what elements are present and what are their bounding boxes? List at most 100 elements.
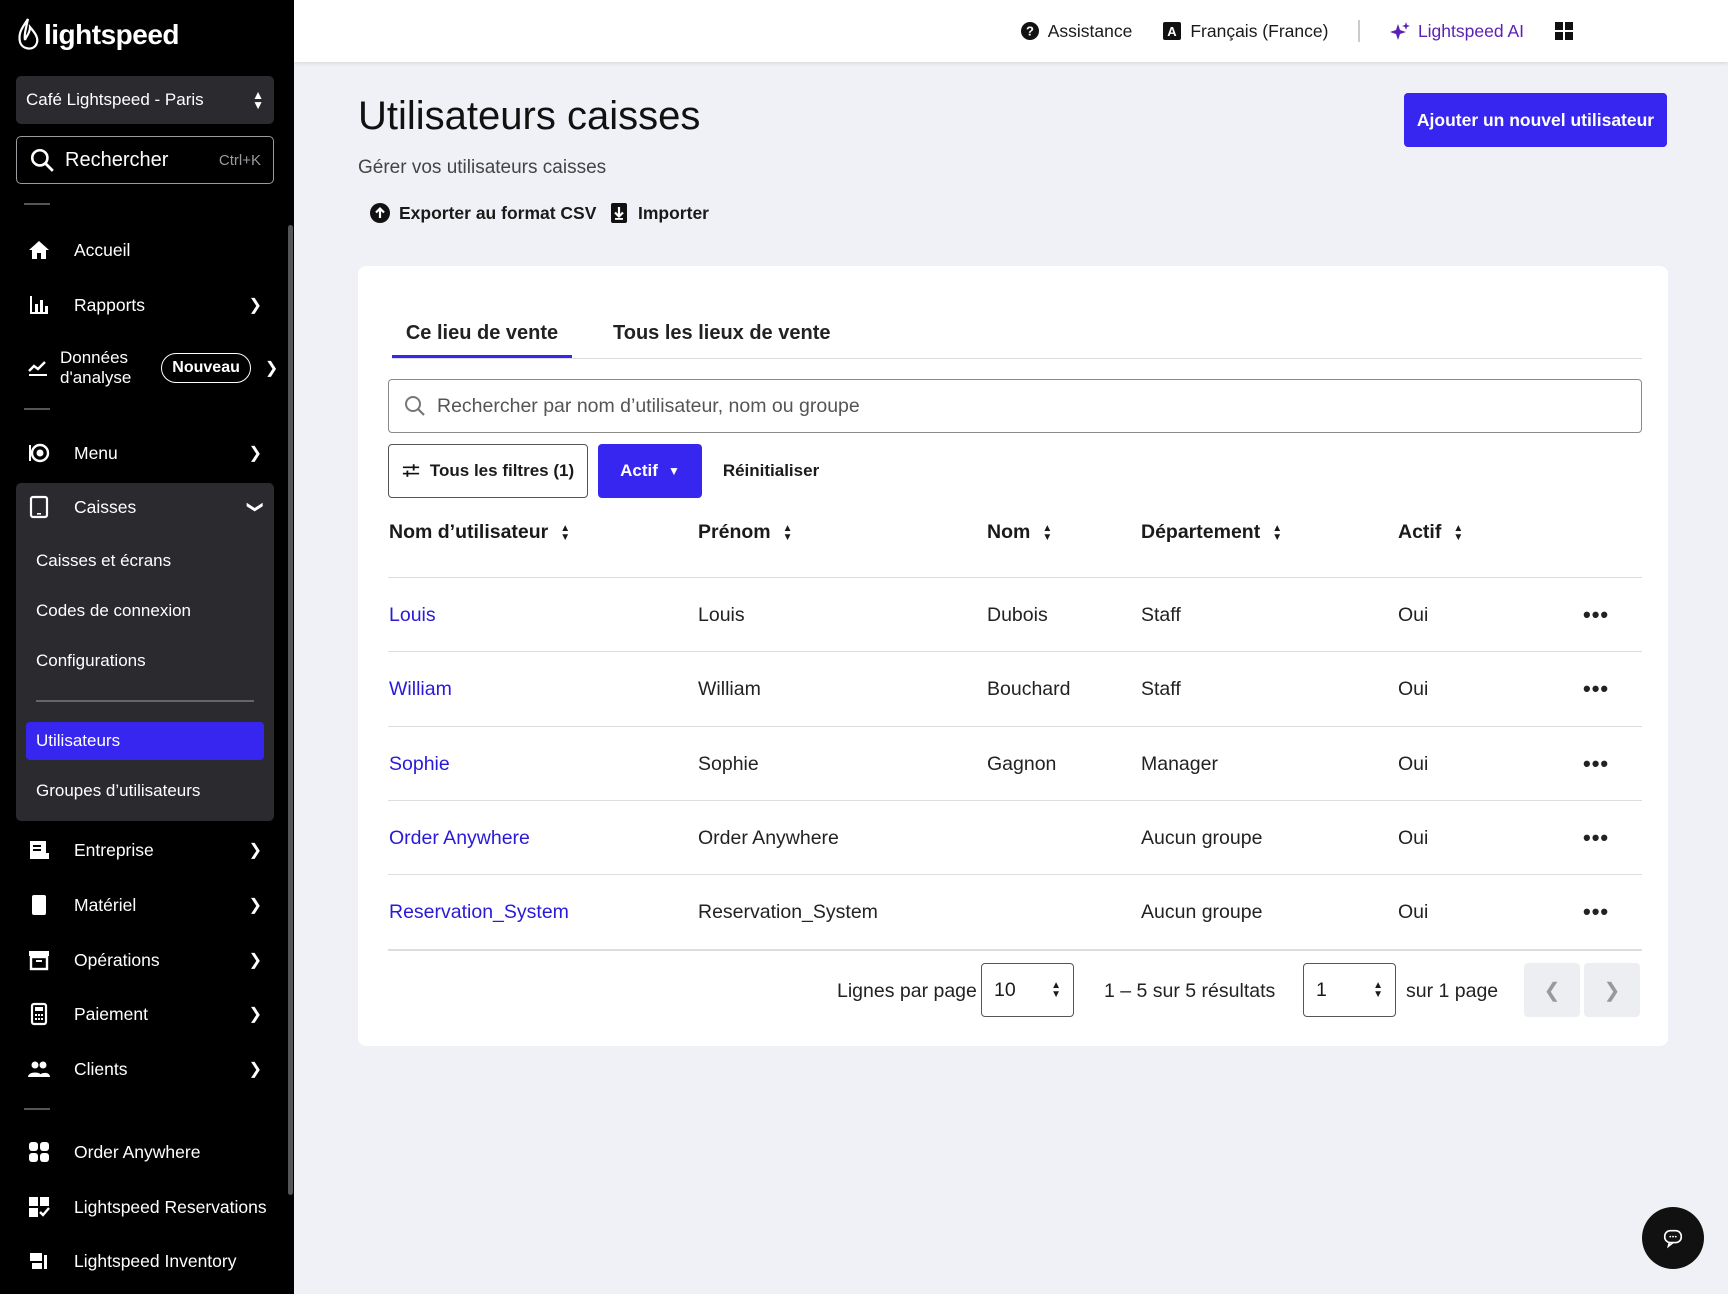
sidebar-item-operations[interactable]: Opérations ❯ [16, 937, 274, 983]
divider [24, 1108, 50, 1110]
sidebar-item-menu[interactable]: Menu ❯ [16, 430, 274, 476]
export-label: Exporter au format CSV [399, 202, 597, 223]
sliders-icon [402, 464, 419, 477]
tab-this-location[interactable]: Ce lieu de vente [392, 306, 572, 358]
sidebar-item-label: Caisses [74, 496, 137, 517]
tab-all-locations[interactable]: Tous les lieux de vente [613, 306, 830, 358]
divider [24, 408, 50, 410]
all-filters-button[interactable]: Tous les filtres (1) [388, 444, 588, 498]
more-actions-icon[interactable]: ••• [1583, 875, 1609, 949]
reservations-icon [26, 1194, 52, 1220]
sidebar-item-paiement[interactable]: Paiement ❯ [16, 991, 274, 1037]
chevron-down-icon: ❯ [246, 500, 264, 514]
more-actions-icon[interactable]: ••• [1583, 801, 1609, 875]
firstname-cell: Louis [698, 603, 745, 626]
export-csv-button[interactable]: Exporter au format CSV [369, 202, 596, 224]
col-header-label: Nom [987, 521, 1031, 543]
username-link[interactable]: Sophie [389, 727, 450, 801]
import-button[interactable]: Importer [608, 202, 709, 224]
search-placeholder: Rechercher par nom d’utilisateur, nom ou… [437, 394, 860, 417]
tabs-divider [392, 358, 1642, 359]
ai-label: Lightspeed AI [1417, 20, 1524, 41]
chevron-left-icon: ❮ [1543, 979, 1561, 1002]
search-icon [30, 148, 54, 172]
divider [24, 203, 50, 205]
sidebar-item-label: Opérations [74, 949, 160, 970]
sidebar-item-materiel[interactable]: Matériel ❯ [16, 882, 274, 928]
sidebar-subitem-codes-connexion[interactable]: Codes de connexion [26, 592, 264, 630]
sidebar-item-rapports[interactable]: Rapports ❯ [16, 282, 274, 328]
sidebar-item-clients[interactable]: Clients ❯ [16, 1046, 274, 1092]
active-filter-dropdown[interactable]: Actif ▼ [598, 444, 702, 498]
username-link[interactable]: Reservation_System [389, 875, 569, 949]
import-label: Importer [638, 202, 709, 223]
sidebar-item-donnees-analyse[interactable]: Données d'analyse Nouveau ❯ [16, 340, 278, 396]
plate-icon [26, 440, 52, 466]
table-row: William William Bouchard Staff Oui ••• [388, 651, 1642, 725]
order-anywhere-icon [26, 1139, 52, 1165]
col-header-lastname[interactable]: Nom ▲ ▼ [987, 521, 1052, 544]
rows-per-page-value: 10 [994, 978, 1016, 1001]
store-selector[interactable]: Café Lightspeed - Paris ▲ ▼ [16, 76, 274, 124]
sidebar-item-inventory[interactable]: Lightspeed Inventory [16, 1238, 274, 1284]
divider [1358, 20, 1360, 42]
col-header-username[interactable]: Nom d’utilisateur ▲ ▼ [389, 521, 570, 544]
bar-chart-icon [26, 292, 52, 318]
reset-filters-button[interactable]: Réinitialiser [716, 444, 826, 498]
sidebar-search[interactable]: Rechercher Ctrl+K [16, 136, 274, 184]
apps-grid-button[interactable] [1554, 21, 1574, 41]
col-header-firstname[interactable]: Prénom ▲ ▼ [698, 521, 793, 544]
username-link[interactable]: Order Anywhere [389, 801, 530, 875]
chat-bubble-icon [1663, 1229, 1683, 1249]
sort-icon: ▲ ▼ [1042, 522, 1053, 543]
new-badge: Nouveau [161, 353, 251, 383]
sidebar: lightspeed Café Lightspeed - Paris ▲ ▼ Re… [0, 0, 294, 1294]
col-header-active[interactable]: Actif ▲ ▼ [1398, 521, 1463, 544]
page-number-select[interactable]: 1 ▲ ▼ [1303, 963, 1396, 1017]
sidebar-item-order-anywhere[interactable]: Order Anywhere [16, 1129, 274, 1175]
more-actions-icon[interactable]: ••• [1583, 727, 1609, 801]
add-user-button[interactable]: Ajouter un nouvel utilisateur [1404, 93, 1667, 147]
active-cell: Oui [1398, 677, 1429, 700]
prev-page-button[interactable]: ❮ [1524, 963, 1580, 1017]
sidebar-item-reservations[interactable]: Lightspeed Reservations [16, 1184, 274, 1230]
updown-chevron-icon: ▲ ▼ [252, 88, 264, 112]
more-actions-icon[interactable]: ••• [1583, 578, 1609, 652]
next-page-button[interactable]: ❯ [1584, 963, 1640, 1017]
lightspeed-ai-link[interactable]: Lightspeed AI [1389, 20, 1524, 42]
sidebar-subitem-caisses-ecrans[interactable]: Caisses et écrans [26, 542, 264, 580]
svg-text:A: A [1168, 24, 1178, 39]
username-link[interactable]: William [389, 652, 452, 726]
chat-button[interactable] [1642, 1207, 1704, 1269]
assistance-link[interactable]: ? Assistance [1020, 20, 1133, 42]
home-icon [26, 237, 52, 263]
sparkle-icon [1389, 22, 1410, 40]
sort-icon: ▲ ▼ [1453, 522, 1464, 543]
sidebar-subitem-utilisateurs[interactable]: Utilisateurs [26, 722, 264, 760]
search-shortcut: Ctrl+K [218, 151, 261, 169]
sidebar-scrollbar[interactable] [288, 225, 293, 1195]
flame-logo-icon [18, 18, 39, 50]
sidebar-subitem-groupes-utilisateurs[interactable]: Groupes d’utilisateurs [26, 772, 264, 810]
col-header-department[interactable]: Département ▲ ▼ [1141, 521, 1282, 544]
sidebar-item-entreprise[interactable]: Entreprise ❯ [16, 827, 274, 873]
rows-per-page-select[interactable]: 10 ▲ ▼ [981, 963, 1074, 1017]
lightspeed-logo[interactable]: lightspeed [16, 18, 180, 52]
more-actions-icon[interactable]: ••• [1583, 652, 1609, 726]
table-row: Sophie Sophie Gagnon Manager Oui ••• [388, 726, 1642, 800]
user-search-input[interactable]: Rechercher par nom d’utilisateur, nom ou… [388, 379, 1642, 433]
sidebar-item-label: Entreprise [74, 839, 154, 860]
sidebar-item-caisses[interactable]: Caisses ❯ [16, 484, 274, 530]
inventory-icon [26, 1248, 52, 1274]
language-label: Français (France) [1190, 20, 1329, 41]
page-number-value: 1 [1316, 978, 1327, 1001]
sidebar-subitem-configurations[interactable]: Configurations [26, 642, 264, 680]
store-name: Café Lightspeed - Paris [26, 90, 204, 109]
username-link[interactable]: Louis [389, 578, 436, 652]
upload-cloud-icon [370, 203, 390, 223]
sidebar-search-label: Rechercher [65, 148, 169, 171]
assistance-label: Assistance [1047, 20, 1133, 41]
language-selector[interactable]: A Français (France) [1162, 21, 1328, 42]
sidebar-item-accueil[interactable]: Accueil [16, 227, 274, 273]
sidebar-item-label: Paiement [74, 1003, 148, 1024]
